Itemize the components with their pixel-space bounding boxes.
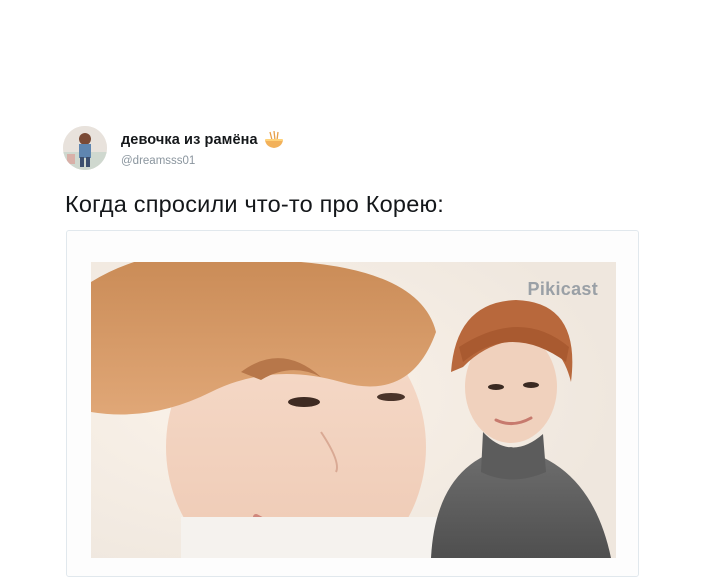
- author-handle[interactable]: @dreamsss01: [121, 155, 195, 167]
- tweet-text: Когда спросили что-то про Корею:: [65, 191, 445, 217]
- tweet-photo[interactable]: Pikicast: [91, 262, 616, 558]
- pikicast-watermark: Pikicast: [527, 279, 598, 299]
- avatar[interactable]: [63, 126, 107, 170]
- media-card[interactable]: Pikicast: [66, 230, 639, 577]
- tweet: девочка из рамёна @dreamsss01 Когда спро…: [0, 0, 720, 577]
- author-display-name[interactable]: девочка из рамёна: [121, 132, 258, 148]
- ramen-bowl-icon: [263, 130, 285, 149]
- author-name-row: девочка из рамёна: [121, 130, 285, 149]
